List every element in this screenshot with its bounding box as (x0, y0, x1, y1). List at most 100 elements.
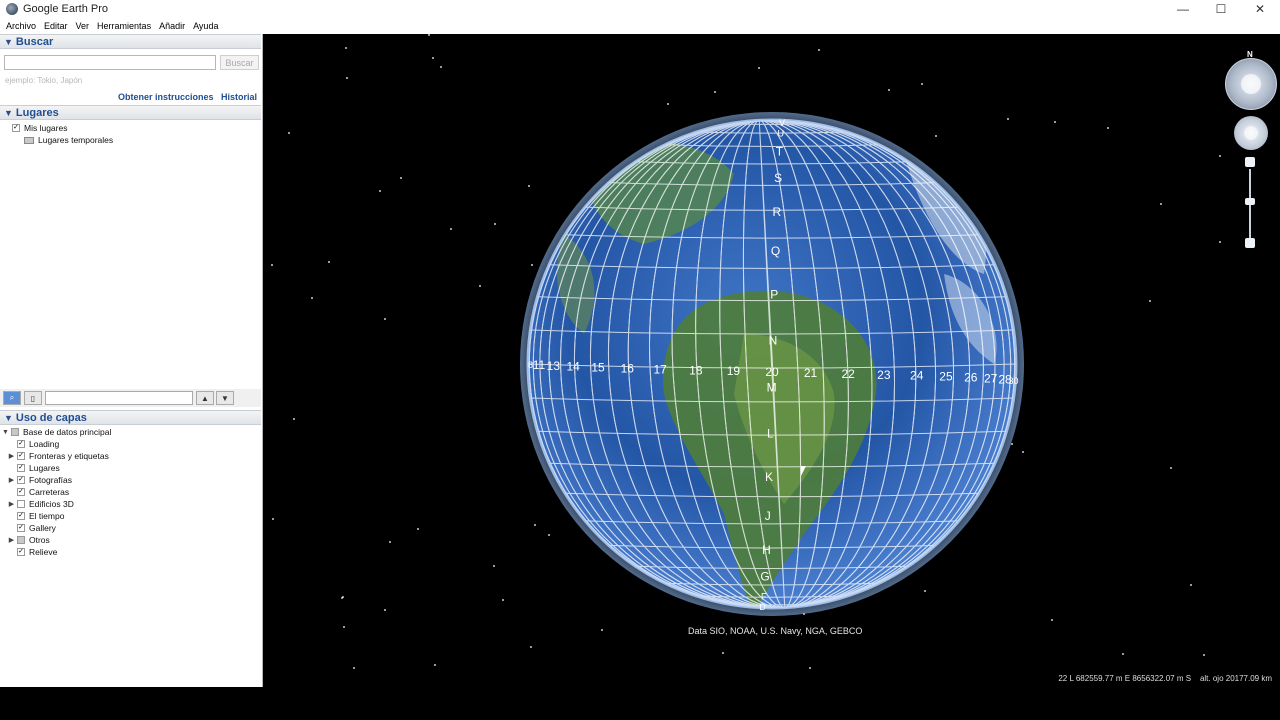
expand-triangle-icon[interactable]: ▼ (2, 429, 9, 436)
utm-band-label: N (769, 334, 778, 348)
close-button[interactable]: ✕ (1241, 0, 1279, 18)
layer-item[interactable]: ✓ Loading (8, 439, 59, 449)
move-up-icon[interactable]: ▲ (196, 391, 214, 405)
utm-band-label: S (774, 171, 782, 185)
earth-3d-view[interactable]: 8 11 13 14 15 16 17 18 19 20 21 22 23 24 25 26 27 28 30 VU… (264, 34, 1280, 687)
layer-item[interactable]: ▶ Otros (8, 535, 50, 545)
layer-checkbox[interactable] (17, 536, 25, 544)
utm-zone-label: 25 (939, 370, 953, 384)
utm-zone-label: 18 (689, 363, 703, 377)
layers-panel-header[interactable]: ▼ Uso de capas (0, 410, 261, 425)
folder-icon (24, 136, 34, 144)
utm-band-label: G (760, 570, 769, 584)
layer-label: Gallery (29, 523, 56, 533)
layer-checkbox[interactable]: ✓ (17, 512, 25, 520)
search-input[interactable] (4, 55, 216, 70)
menu-ayuda[interactable]: Ayuda (193, 21, 218, 31)
expand-triangle-icon[interactable]: ▶ (8, 452, 15, 460)
status-coordinates: 22 L 682559.77 m E 8656322.07 m S (1058, 674, 1192, 683)
menu-herramientas[interactable]: Herramientas (97, 21, 151, 31)
checkbox-checked[interactable]: ✓ (12, 124, 20, 132)
layer-checkbox[interactable]: ✓ (17, 548, 25, 556)
taskbar (0, 687, 1280, 720)
layer-checkbox[interactable]: ✓ (17, 464, 25, 472)
utm-band-label: M (767, 380, 777, 394)
globe-svg[interactable]: 8 11 13 14 15 16 17 18 19 20 21 22 23 24 25 26 27 2830 VU… (264, 34, 1280, 687)
layer-item[interactable]: ✓ Relieve (8, 547, 57, 557)
utm-zone-label: 11 (533, 358, 546, 372)
layer-label: Fronteras y etiquetas (29, 451, 109, 461)
move-down-icon[interactable]: ▼ (216, 391, 234, 405)
layer-root[interactable]: ▼ Base de datos principal (2, 427, 111, 437)
layer-label: Carreteras (29, 487, 70, 497)
utm-band-label: D (759, 602, 766, 612)
utm-band-label: P (770, 288, 778, 302)
mouse-cursor (801, 466, 806, 476)
google-earth-icon (6, 3, 18, 15)
layer-checkbox[interactable]: ✓ (17, 476, 25, 484)
search-button[interactable]: Buscar (220, 55, 259, 70)
eye-icon[interactable] (1241, 74, 1261, 94)
layers-toolbar: ⌕ ▯ ▲ ▼ (0, 389, 261, 407)
status-bar: 22 L 682559.77 m E 8656322.07 m S alt. o… (1058, 674, 1272, 683)
layer-item[interactable]: ✓ Lugares (8, 463, 60, 473)
utm-band-label: H (762, 543, 771, 557)
places-item-mis-lugares[interactable]: ✓ Mis lugares (12, 123, 67, 133)
layers-filter-input[interactable] (45, 391, 193, 405)
history-link[interactable]: Historial (221, 92, 257, 102)
zoom-slider-thumb[interactable] (1245, 198, 1255, 205)
checkbox-partial[interactable] (11, 428, 19, 436)
expand-triangle-icon[interactable]: ▶ (8, 476, 15, 484)
menu-anadir[interactable]: Añadir (159, 21, 185, 31)
utm-zone-label: 24 (910, 369, 924, 383)
layer-item[interactable]: ✓ Gallery (8, 523, 56, 533)
maximize-button[interactable]: ☐ (1202, 0, 1240, 18)
layer-label: Fotografías (29, 475, 72, 485)
zoom-out-button[interactable] (1245, 238, 1255, 248)
layer-label: Edificios 3D (29, 499, 74, 509)
minimize-button[interactable]: — (1164, 0, 1202, 18)
utm-band-label: F (761, 592, 767, 602)
search-panel-title: Buscar (15, 35, 54, 48)
layer-item[interactable]: ✓ Carreteras (8, 487, 69, 497)
title-bar: Google Earth Pro — ☐ ✕ (0, 0, 1280, 18)
data-credits: Data SIO, NOAA, U.S. Navy, NGA, GEBCO (688, 626, 863, 636)
zoom-in-button[interactable] (1245, 157, 1255, 167)
look-joystick[interactable]: N (1225, 50, 1277, 110)
layer-item[interactable]: ▶ ✓ Fronteras y etiquetas (8, 451, 109, 461)
utm-zone-label: 17 (653, 362, 667, 376)
directions-link[interactable]: Obtener instrucciones (118, 92, 214, 102)
layer-checkbox[interactable] (17, 500, 25, 508)
collapse-triangle-icon[interactable]: ▼ (4, 108, 13, 118)
places-panel-header[interactable]: ▼ Lugares (0, 105, 261, 120)
window-title: Google Earth Pro (23, 3, 108, 15)
collapse-triangle-icon[interactable]: ▼ (4, 413, 13, 423)
search-icon[interactable]: ⌕ (3, 391, 21, 405)
layer-checkbox[interactable]: ✓ (17, 488, 25, 496)
layer-checkbox[interactable]: ✓ (17, 524, 25, 532)
menu-archivo[interactable]: Archivo (6, 21, 36, 31)
places-item-lugares-temporales[interactable]: Lugares temporales (12, 135, 113, 145)
utm-zone-label: 16 (621, 362, 635, 376)
checkbox-empty[interactable] (12, 136, 20, 144)
utm-band-label: U (777, 128, 784, 138)
utm-zone-label: 26 (964, 371, 978, 385)
layer-item[interactable]: ▶ ✓ Fotografías (8, 475, 72, 485)
layer-item[interactable]: ▶ Edificios 3D (8, 499, 74, 509)
layer-checkbox[interactable]: ✓ (17, 440, 25, 448)
search-panel-header[interactable]: ▼ Buscar (0, 34, 261, 49)
layer-checkbox[interactable]: ✓ (17, 452, 25, 460)
expand-triangle-icon[interactable]: ▶ (8, 536, 15, 544)
panel-toggle-icon[interactable]: ▯ (24, 391, 42, 405)
collapse-triangle-icon[interactable]: ▼ (4, 37, 13, 47)
utm-zone-label: 27 (984, 371, 998, 385)
hand-icon[interactable] (1244, 126, 1258, 140)
move-joystick[interactable] (1234, 116, 1268, 150)
north-indicator[interactable]: N (1247, 50, 1253, 59)
layer-item[interactable]: ✓ El tiempo (8, 511, 64, 521)
menu-editar[interactable]: Editar (44, 21, 68, 31)
expand-triangle-icon[interactable]: ▶ (8, 500, 15, 508)
utm-band-label: T (776, 144, 784, 158)
menu-ver[interactable]: Ver (76, 21, 90, 31)
utm-zone-label: 15 (591, 361, 605, 375)
